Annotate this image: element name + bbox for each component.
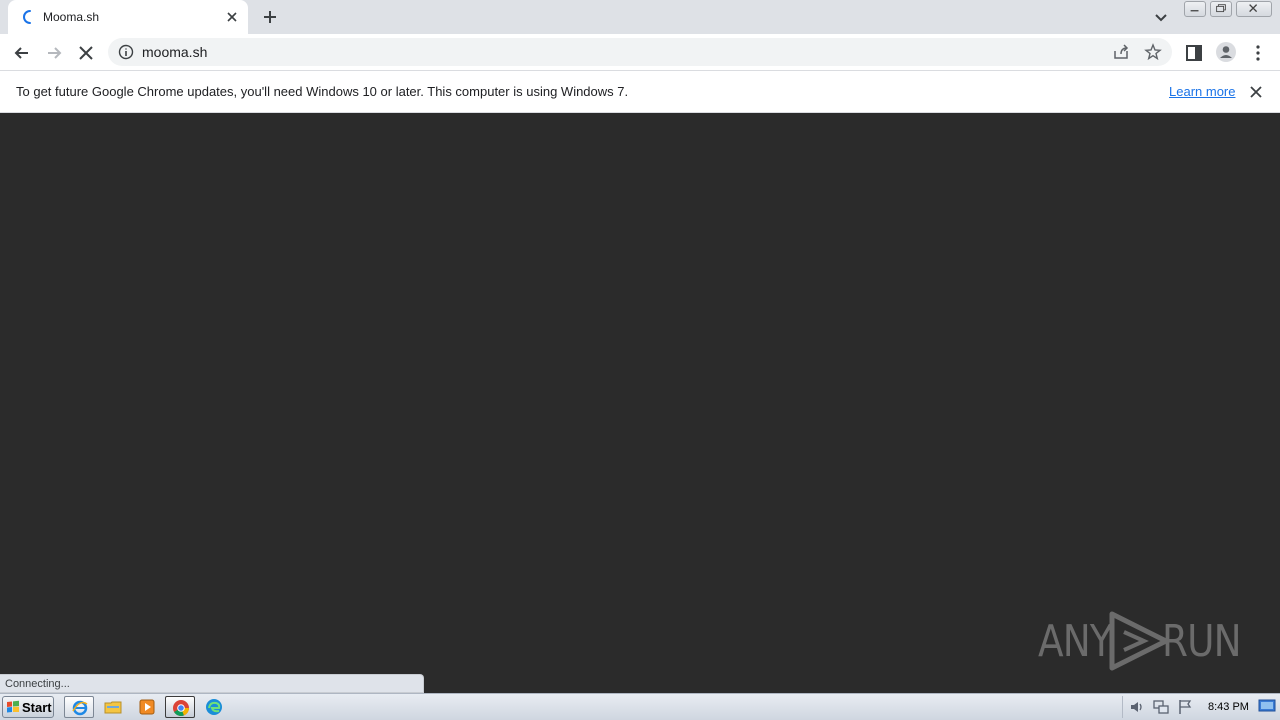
watermark-text-any: ANY — [1038, 616, 1113, 667]
window-close-button[interactable] — [1236, 1, 1272, 17]
page-content — [0, 113, 1280, 692]
windows-flag-icon — [7, 700, 19, 713]
windows-taskbar: Start 8:43 PM — [0, 693, 1280, 720]
file-explorer-icon — [104, 701, 122, 714]
media-player-icon — [139, 699, 155, 715]
minimize-icon — [1190, 10, 1199, 12]
taskbar-file-explorer[interactable] — [98, 696, 128, 718]
tab-strip: Mooma.sh — [0, 0, 1280, 34]
update-infobar: To get future Google Chrome updates, you… — [0, 71, 1280, 113]
address-bar[interactable]: mooma.sh — [108, 38, 1172, 66]
new-tab-icon[interactable] — [260, 7, 280, 27]
minimize-button[interactable] — [1184, 1, 1206, 17]
start-label: Start — [22, 700, 52, 715]
site-info-icon[interactable] — [118, 44, 134, 60]
restore-button[interactable] — [1210, 1, 1232, 17]
tab-mooma[interactable]: Mooma.sh — [8, 0, 248, 34]
internet-explorer-icon — [72, 700, 88, 716]
system-tray — [1122, 696, 1278, 718]
back-arrow-icon[interactable] — [12, 43, 32, 63]
stop-loading-icon[interactable] — [76, 43, 96, 63]
taskbar-clock[interactable]: 8:43 PM — [1208, 701, 1249, 713]
network-icon[interactable] — [1152, 698, 1170, 716]
more-menu-icon[interactable] — [1248, 43, 1268, 63]
loading-spinner-icon — [23, 10, 31, 24]
bookmark-star-icon[interactable] — [1144, 43, 1162, 61]
edge-icon — [206, 699, 222, 715]
chevron-down-icon[interactable] — [1152, 8, 1170, 26]
close-tab-icon[interactable] — [224, 9, 240, 25]
watermark-text-run: RUN — [1162, 616, 1242, 667]
url-text[interactable]: mooma.sh — [142, 44, 207, 60]
taskbar-media-player[interactable] — [132, 696, 162, 718]
restore-icon — [1216, 4, 1226, 13]
share-icon[interactable] — [1112, 43, 1130, 61]
anyrun-watermark: ANY RUN — [1038, 608, 1242, 674]
forward-arrow-icon[interactable] — [44, 43, 64, 63]
action-center-flag-icon[interactable] — [1176, 698, 1194, 716]
taskbar-internet-explorer[interactable] — [64, 696, 94, 718]
show-desktop-icon[interactable] — [1258, 698, 1276, 714]
learn-more-link[interactable]: Learn more — [1169, 84, 1235, 99]
chrome-icon — [173, 700, 189, 716]
close-infobar-icon[interactable] — [1248, 84, 1264, 100]
status-bubble: Connecting... — [0, 674, 424, 693]
tab-title: Mooma.sh — [43, 10, 100, 24]
infobar-message: To get future Google Chrome updates, you… — [16, 84, 629, 99]
taskbar-edge[interactable] — [199, 696, 229, 718]
profile-avatar-icon[interactable] — [1215, 41, 1237, 63]
volume-icon[interactable] — [1128, 698, 1146, 716]
start-button[interactable]: Start — [2, 696, 54, 718]
window-close-icon — [1249, 4, 1258, 13]
taskbar-chrome[interactable] — [165, 696, 195, 718]
browser-toolbar: mooma.sh — [0, 34, 1280, 71]
side-panel-icon[interactable] — [1184, 43, 1204, 63]
